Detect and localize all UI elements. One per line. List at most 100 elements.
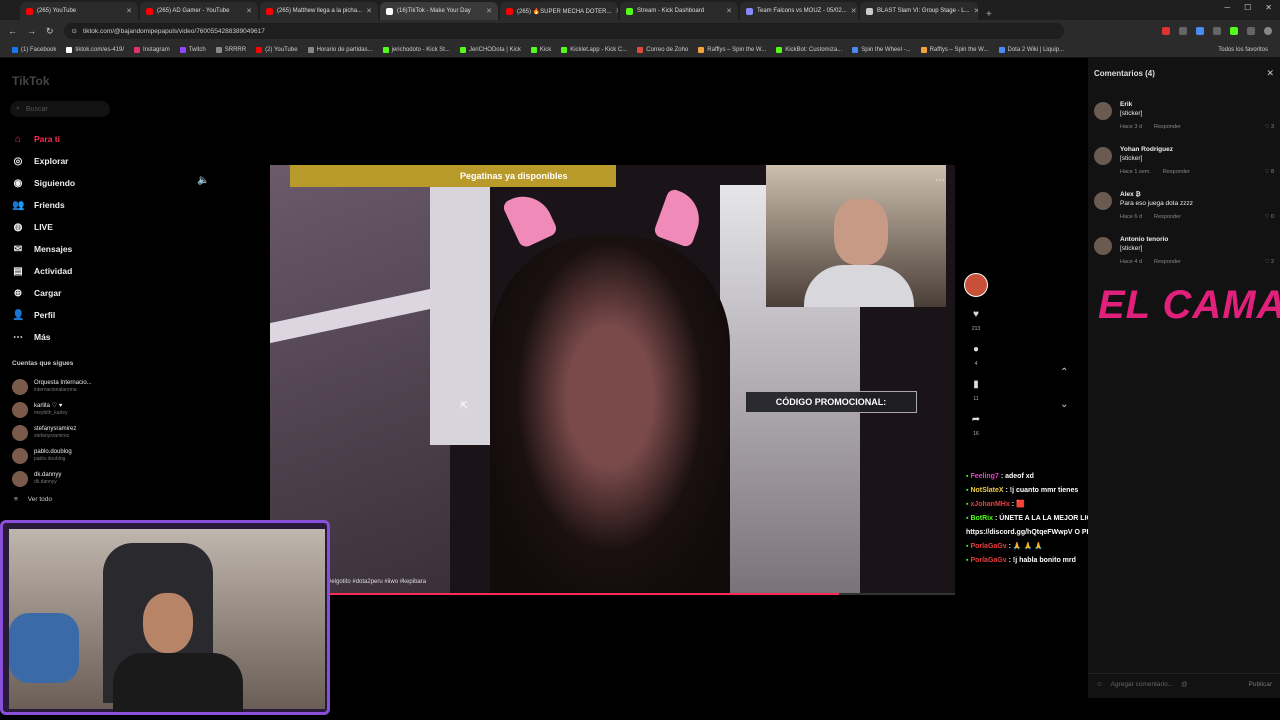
all-favorites-folder[interactable]: Todos los favoritos <box>1218 47 1268 53</box>
comment-input[interactable]: ☺ Agregar comentario... @ Publicar <box>1088 673 1280 695</box>
bookmark-item[interactable]: tiktok.com/es-419/ <box>66 46 124 53</box>
bookmark-item[interactable]: Spin the Wheel -... <box>852 46 911 53</box>
tab-close-icon[interactable]: ✕ <box>246 7 252 15</box>
bookmark-item[interactable]: JeriCHODota | Kick <box>459 46 521 53</box>
extension-icon[interactable] <box>1179 27 1187 35</box>
bookmark-item[interactable]: Horario de partidas... <box>307 46 373 53</box>
following-account[interactable]: pablo.doublog pablo.doublog <box>12 444 122 467</box>
following-account[interactable]: dk.dannyy dk.dannyy <box>12 467 122 490</box>
tab-close-icon[interactable]: ✕ <box>366 7 372 15</box>
bookmark-item[interactable]: SRRRR <box>215 46 246 53</box>
video-player[interactable]: Pegatinas ya disponibles CÓDIGO PROMOCIO… <box>270 165 955 595</box>
close-window-icon[interactable]: ✕ <box>1265 3 1272 12</box>
see-all-link[interactable]: ≡ Ver todo <box>14 496 52 503</box>
sidebar-item[interactable]: ⋯ Más <box>12 326 122 348</box>
tiktok-logo[interactable]: TikTok <box>12 74 50 88</box>
sidebar-item[interactable]: ◉ Siguiendo <box>12 172 122 194</box>
following-account[interactable]: Orquesta Internacio... internacionalaroma <box>12 375 122 398</box>
browser-tab[interactable]: (16)TikTok - Make Your Day ✕ <box>380 2 498 20</box>
comment-like-button[interactable]: ♡ 2 <box>1264 259 1274 265</box>
search-input[interactable]: ⌕ Buscar <box>10 101 110 117</box>
browser-tab[interactable]: (265) YouTube ✕ <box>20 2 138 20</box>
avatar[interactable] <box>1094 102 1112 120</box>
sidebar-item[interactable]: ◎ Explorar <box>12 150 122 172</box>
following-account[interactable]: stefanysramirez stefanysramirez <box>12 421 122 444</box>
reply-button[interactable]: Responder <box>1154 259 1181 265</box>
browser-tab[interactable]: (265) Matthew llega a la picha... ✕ <box>260 2 378 20</box>
heart-button[interactable]: ♥ 213 <box>963 309 989 332</box>
browser-tab[interactable]: BLAST Slam VI: Group Stage - L... ✕ <box>860 2 978 20</box>
next-video-icon[interactable]: ⌄ <box>1060 389 1068 421</box>
bookmark-button[interactable]: ▮ 11 <box>963 379 989 402</box>
tab-close-icon[interactable]: ✕ <box>486 7 492 15</box>
comment-button[interactable]: ● 4 <box>963 344 989 367</box>
reply-button[interactable]: Responder <box>1154 124 1181 130</box>
bookmark-item[interactable]: Kicklet.app - Kick C... <box>561 46 627 53</box>
previous-video-icon[interactable]: ⌃ <box>1060 357 1068 389</box>
sidebar-item[interactable]: ⌂ Para ti <box>12 128 122 150</box>
comment-author[interactable]: Alex ₿ <box>1120 191 1141 198</box>
author-avatar[interactable] <box>964 273 988 297</box>
mention-icon[interactable]: @ <box>1181 681 1188 688</box>
more-options-icon[interactable]: ⋯ <box>935 175 945 186</box>
close-icon[interactable]: ✕ <box>1266 68 1274 79</box>
bookmark-item[interactable]: Rafflys – Spin the W... <box>920 46 989 53</box>
tab-close-icon[interactable]: ✕ <box>851 7 857 15</box>
sidebar-item[interactable]: 👥 Friends <box>12 194 122 216</box>
new-tab-icon[interactable]: + <box>980 9 998 20</box>
sidebar-item[interactable]: ◍ LIVE <box>12 216 122 238</box>
bookmark-item[interactable]: Dota 2 Wiki | Liquip... <box>998 46 1064 53</box>
forward-icon[interactable]: → <box>27 26 36 36</box>
avatar[interactable] <box>1094 192 1112 210</box>
extension-icon[interactable] <box>1230 27 1238 35</box>
comment-like-button[interactable]: ♡ 8 <box>1264 169 1274 175</box>
tab-close-icon[interactable]: ✕ <box>616 7 619 15</box>
extension-icon[interactable] <box>1213 27 1221 35</box>
following-account[interactable]: karlita ♡ ♥ meybith_karley <box>12 398 122 421</box>
comment-author[interactable]: Erik <box>1120 101 1132 108</box>
extension-icon[interactable] <box>1162 27 1170 35</box>
address-bar[interactable]: ⊙ tiktok.com/@bajandomipepapuls/video/76… <box>63 23 1064 39</box>
comment-like-button[interactable]: ♡ 0 <box>1264 214 1274 220</box>
bookmark-item[interactable]: Rafflys – Spin the W... <box>698 46 766 53</box>
back-icon[interactable]: ← <box>8 26 17 36</box>
avatar[interactable] <box>1094 237 1112 255</box>
browser-tab[interactable]: (265) AD Gamer - YouTube ✕ <box>140 2 258 20</box>
share-button[interactable]: ➦ 16 <box>963 414 989 437</box>
sidebar-item[interactable]: ✉ Mensajes <box>12 238 122 260</box>
minimize-icon[interactable]: ─ <box>1224 3 1230 12</box>
extension-icon[interactable] <box>1247 27 1255 35</box>
maximize-icon[interactable]: ☐ <box>1244 3 1251 12</box>
publish-button[interactable]: Publicar <box>1249 681 1272 688</box>
site-info-icon[interactable]: ⊙ <box>72 27 77 35</box>
browser-tab[interactable]: Team Falcons vs MOUZ - 05/02... ✕ <box>740 2 858 20</box>
video-progress-bar[interactable] <box>270 593 955 595</box>
bookmark-item[interactable]: Correo de Zoho <box>637 46 688 53</box>
sidebar-item[interactable]: ▤ Actividad <box>12 260 122 282</box>
volume-icon[interactable]: 🔈 <box>197 175 209 186</box>
reload-icon[interactable]: ↻ <box>46 26 54 37</box>
reply-button[interactable]: Responder <box>1154 214 1181 220</box>
bookmark-item[interactable]: Twitch <box>179 46 206 53</box>
reply-button[interactable]: Responder <box>1163 169 1190 175</box>
bookmark-item[interactable]: Kick <box>530 46 551 53</box>
comment-author[interactable]: Antonio tenorio <box>1120 236 1168 243</box>
browser-tab[interactable]: (265) 🔥SUPER MECHA DOTER... ✕ <box>500 2 618 20</box>
bookmark-item[interactable]: (2) YouTube <box>256 46 298 53</box>
sidebar-item[interactable]: ⊕ Cargar <box>12 282 122 304</box>
bookmark-item[interactable]: KickBot: Customiza... <box>776 46 842 53</box>
tab-close-icon[interactable]: ✕ <box>126 7 132 15</box>
avatar[interactable] <box>1094 147 1112 165</box>
comment-like-button[interactable]: ♡ 3 <box>1264 124 1274 130</box>
bookmark-item[interactable]: jerichodoto - Kick St... <box>382 46 450 53</box>
tab-close-icon[interactable]: ✕ <box>726 7 732 15</box>
tab-close-icon[interactable]: ✕ <box>974 7 978 15</box>
comment-author[interactable]: Yohan Rodriguez <box>1120 146 1173 153</box>
bookmark-item[interactable]: (1) Facebook <box>12 46 56 53</box>
emoji-icon[interactable]: ☺ <box>1096 681 1103 688</box>
profile-avatar-icon[interactable] <box>1264 27 1272 35</box>
browser-tab[interactable]: Stream - Kick Dashboard ✕ <box>620 2 738 20</box>
bookmark-item[interactable]: Instagram <box>134 46 170 53</box>
extension-icon[interactable] <box>1196 27 1204 35</box>
sidebar-item[interactable]: 👤 Perfil <box>12 304 122 326</box>
